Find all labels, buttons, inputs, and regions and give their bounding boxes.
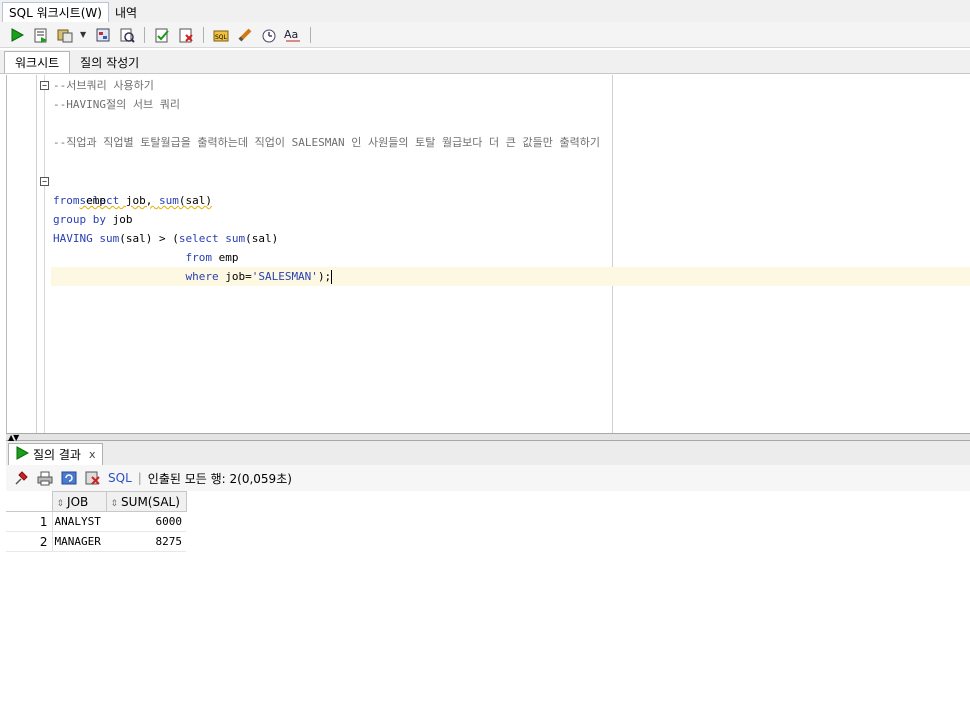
right-margin-line [612, 75, 613, 433]
cancel-query-icon[interactable] [84, 469, 102, 487]
fold-toggle-icon[interactable]: − [40, 177, 49, 186]
worksheet-toolbar: ▼ SQL Aa [0, 22, 970, 48]
cell-sum-sal[interactable]: 8275 [106, 531, 186, 552]
fetch-status: 인출된 모든 행: 2(0,059초) [147, 471, 292, 486]
tab-query-result[interactable]: 질의 결과 x [8, 443, 103, 465]
toolbar-separator [203, 26, 204, 43]
panel-splitter[interactable]: ▲▼ [6, 433, 970, 442]
close-tab-icon[interactable]: x [89, 448, 96, 461]
svg-text:Aa: Aa [284, 28, 298, 41]
commit-icon[interactable] [153, 26, 171, 44]
row-number: 2 [6, 531, 53, 552]
case-change-icon[interactable]: Aa [284, 26, 302, 44]
fold-toggle-icon[interactable]: − [40, 81, 49, 90]
table-row[interactable]: 1 ANALYST 6000 [6, 511, 186, 532]
document-tabs: SQL 워크시트(W) 내역 [0, 0, 970, 22]
pin-icon[interactable] [12, 469, 30, 487]
toolbar-separator [144, 26, 145, 43]
query-result-tab-label: 질의 결과 [33, 448, 81, 462]
code-line-from: from emp [53, 194, 106, 207]
refresh-icon[interactable] [60, 469, 78, 487]
svg-text:SQL: SQL [215, 34, 228, 41]
results-grid[interactable]: ⇕ JOB ⇕ SUM(SAL) 1 ANALYST 6000 2 MANAGER … [6, 491, 970, 709]
fold-gutter [44, 75, 45, 433]
run-result-icon [15, 446, 30, 463]
code-line: --HAVING절의 서브 쿼리 [53, 98, 180, 111]
line-gutter [7, 75, 37, 433]
code-line-group-by: group by job [53, 213, 133, 226]
tab-history[interactable]: 내역 [109, 2, 143, 22]
sql-tuning-icon[interactable] [118, 26, 136, 44]
code-line-subquery-from: from emp [185, 251, 239, 264]
results-tabbar: 질의 결과 x [6, 441, 970, 465]
text-caret [331, 270, 333, 284]
column-header-sum-sal[interactable]: ⇕ SUM(SAL) [105, 491, 187, 512]
code-line: --서브쿼리 사용하기 [53, 79, 154, 92]
toolbar-separator [310, 26, 311, 43]
clear-icon[interactable] [236, 26, 254, 44]
tab-query-builder[interactable]: 질의 작성기 [70, 51, 149, 73]
run-script-icon[interactable] [32, 26, 50, 44]
explain-plan-icon[interactable] [94, 26, 112, 44]
row-number-header [6, 491, 52, 512]
results-table: ⇕ JOB ⇕ SUM(SAL) 1 ANALYST 6000 2 MANAGER … [6, 491, 187, 552]
cell-job[interactable]: MANAGER [52, 531, 106, 552]
worksheet-subtabs: 워크시트 질의 작성기 [0, 50, 970, 74]
results-toolbar: SQL | 인출된 모든 행: 2(0,059초) [6, 465, 970, 491]
status-separator: | [137, 471, 142, 485]
sql-editor[interactable]: − − --서브쿼리 사용하기 --HAVING절의 서브 쿼리 --직업과 직… [6, 75, 970, 433]
table-row[interactable]: 2 MANAGER 8275 [6, 531, 186, 552]
code-line-subquery-where: where job='SALESMAN'); [51, 267, 970, 286]
column-header-job[interactable]: ⇕ JOB [51, 491, 107, 512]
sort-icon: ⇕ [110, 498, 119, 509]
print-icon[interactable] [36, 469, 54, 487]
sql-format-icon[interactable]: SQL [212, 26, 230, 44]
autotrace-icon[interactable] [56, 26, 74, 44]
chevron-down-icon[interactable]: ▼ [80, 30, 88, 39]
code-line-select: select job, sum(sal) [79, 194, 213, 207]
cell-job[interactable]: ANALYST [52, 511, 106, 532]
run-statement-icon[interactable] [8, 26, 26, 44]
history-icon[interactable] [260, 26, 278, 44]
code-line-having: HAVING sum(sal) > (select sum(sal) [53, 232, 279, 245]
code-line: --직업과 직업별 토탈월급을 출력하는데 직업이 SALESMAN 인 사원들… [53, 136, 600, 149]
tab-worksheet[interactable]: 워크시트 [4, 51, 71, 73]
row-number: 1 [6, 511, 53, 532]
sort-icon: ⇕ [56, 498, 65, 509]
sql-link[interactable]: SQL [108, 471, 132, 485]
rollback-icon[interactable] [177, 26, 195, 44]
tab-sql-worksheet[interactable]: SQL 워크시트(W) [2, 2, 109, 22]
cell-sum-sal[interactable]: 6000 [106, 511, 186, 532]
